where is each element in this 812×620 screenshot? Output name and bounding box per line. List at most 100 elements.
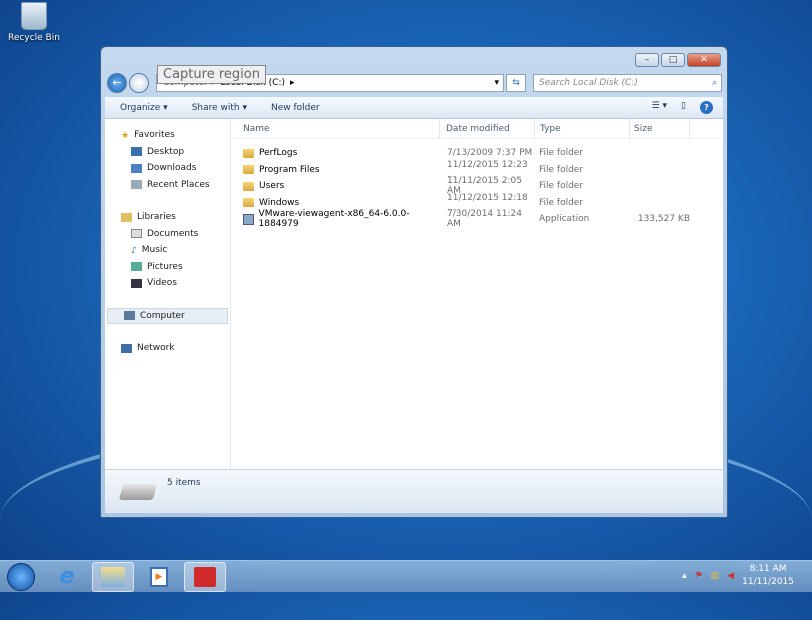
sidebar-item-videos[interactable]: Videos: [105, 275, 230, 292]
downloads-icon: [131, 163, 142, 173]
sidebar-item-pictures[interactable]: Pictures: [105, 259, 230, 276]
start-button[interactable]: [0, 562, 42, 592]
taskbar-windows-explorer[interactable]: [92, 561, 134, 592]
folder-icon: [243, 165, 254, 175]
windows-logo-icon: [7, 562, 35, 591]
file-row[interactable]: VMware-viewagent-x86_64-6.0.0-1884979 7/…: [231, 209, 723, 230]
sidebar-label: Recent Places: [147, 179, 210, 190]
sidebar-item-recent-places[interactable]: Recent Places: [105, 177, 230, 194]
system-tray: ▴ ⚑ ▥ ◀ 8:11 AM 11/11/2015: [682, 563, 794, 589]
network-icon: [121, 343, 132, 353]
clock-date: 11/11/2015: [742, 577, 794, 587]
capture-region-tooltip: Capture region: [157, 65, 266, 84]
explorer-window: – □ ✕ ← → Computer▸ Local Disk (C:)▸ ▾ ⇆…: [100, 46, 728, 518]
folder-icon: [101, 566, 125, 587]
navigation-pane: ★ Favorites Desktop Downloads Recent Plac…: [105, 119, 231, 469]
sidebar-item-music[interactable]: ♪ Music: [105, 242, 230, 259]
recycle-bin-label: Recycle Bin: [8, 33, 60, 43]
file-name: VMware-viewagent-x86_64-6.0.0-1884979: [258, 209, 410, 230]
clock[interactable]: 8:11 AM 11/11/2015: [742, 563, 794, 589]
sidebar-label: Desktop: [147, 146, 185, 157]
taskbar-media-player[interactable]: ▶: [138, 562, 180, 592]
internet-explorer-icon: e: [59, 564, 75, 589]
item-count: 5 items: [167, 478, 201, 488]
search-placeholder: Search Local Disk (C:): [539, 78, 638, 88]
network-status-icon[interactable]: ▥: [711, 571, 720, 581]
clock-time: 8:11 AM: [749, 564, 787, 574]
sidebar-label: Computer: [140, 310, 185, 321]
search-icon[interactable]: ⌕: [712, 75, 717, 91]
file-type: File folder: [539, 181, 584, 192]
file-name: Windows: [259, 197, 300, 208]
sidebar-item-favorites[interactable]: ★ Favorites: [105, 127, 230, 144]
sidebar-label: Documents: [147, 228, 199, 239]
computer-icon: [124, 311, 135, 321]
sidebar-label: Libraries: [137, 212, 176, 223]
media-player-icon: ▶: [150, 566, 168, 587]
column-name[interactable]: Name: [231, 119, 440, 138]
file-name: Users: [259, 181, 285, 192]
column-headers: Name Date modified Type Size: [231, 119, 723, 139]
file-name: Program Files: [259, 164, 320, 175]
window-controls: – □ ✕: [635, 53, 721, 67]
file-name: PerfLogs: [259, 148, 298, 159]
recent-places-icon: [131, 180, 142, 190]
forward-button[interactable]: →: [129, 73, 149, 93]
sidebar-item-computer[interactable]: Computer: [107, 307, 228, 324]
sidebar-label: Music: [141, 245, 168, 256]
command-bar: Organize ▾ Share with ▾ New folder ☰ ▾ ▯?: [105, 97, 723, 119]
preview-pane-icon[interactable]: ▯: [681, 101, 686, 114]
folder-icon: [243, 181, 254, 191]
column-size[interactable]: Size: [630, 119, 690, 138]
libraries-icon: [121, 212, 132, 222]
maximize-button[interactable]: □: [661, 53, 685, 67]
navigation-buttons: ← →: [107, 73, 149, 93]
file-type: File folder: [539, 164, 584, 175]
file-type: File folder: [539, 197, 584, 208]
taskbar: e ▶ ▴ ⚑ ▥ ◀ 8:11 AM 11/11/2015: [0, 560, 812, 592]
folder-icon: [243, 198, 254, 208]
close-button[interactable]: ✕: [687, 53, 721, 67]
refresh-button[interactable]: ⇆: [506, 74, 526, 92]
documents-icon: [131, 229, 142, 239]
column-type[interactable]: Type: [535, 119, 630, 138]
file-type: File folder: [539, 148, 584, 159]
toolbox-icon: [194, 566, 216, 587]
drive-icon: [118, 484, 158, 500]
sidebar-label: Network: [137, 343, 175, 354]
volume-muted-icon[interactable]: ◀: [727, 571, 734, 581]
sidebar-label: Downloads: [147, 163, 197, 174]
new-folder-button[interactable]: New folder: [271, 103, 320, 113]
minimize-button[interactable]: –: [635, 53, 659, 67]
details-pane: 5 items: [105, 469, 723, 513]
view-options-icon[interactable]: ☰ ▾: [652, 101, 667, 114]
sidebar-item-downloads[interactable]: Downloads: [105, 160, 230, 177]
back-button[interactable]: ←: [107, 73, 127, 93]
recycle-bin[interactable]: Recycle Bin: [8, 2, 60, 43]
sidebar-item-libraries[interactable]: Libraries: [105, 209, 230, 226]
sidebar-item-desktop[interactable]: Desktop: [105, 144, 230, 161]
column-date-modified[interactable]: Date modified: [440, 119, 535, 138]
taskbar-internet-explorer[interactable]: e: [46, 562, 88, 592]
sidebar-label: Pictures: [147, 261, 183, 272]
recycle-bin-icon: [21, 2, 47, 30]
sidebar-label: Favorites: [134, 130, 175, 141]
sidebar-item-network[interactable]: Network: [105, 340, 230, 357]
search-input[interactable]: Search Local Disk (C:) ⌕: [533, 74, 722, 92]
sidebar-item-documents[interactable]: Documents: [105, 226, 230, 243]
taskbar-toolbox-app[interactable]: [184, 561, 226, 592]
action-center-flag-icon[interactable]: ⚑: [695, 571, 703, 581]
address-dropdown-icon[interactable]: ▾: [494, 75, 499, 91]
help-icon[interactable]: ?: [700, 101, 713, 114]
music-icon: ♪: [131, 245, 137, 256]
file-date: 7/30/2014 11:24 AM: [447, 209, 522, 230]
share-with-button[interactable]: Share with ▾: [192, 103, 247, 113]
file-date: 7/13/2009 7:37 PM: [447, 148, 533, 159]
file-size: 133,527 KB: [637, 214, 690, 225]
organize-button[interactable]: Organize ▾: [120, 103, 168, 113]
pictures-icon: [131, 262, 142, 272]
desktop-icon: [131, 147, 142, 157]
show-hidden-icons[interactable]: ▴: [682, 571, 687, 581]
application-icon: [243, 213, 254, 225]
file-type: Application: [539, 214, 590, 225]
